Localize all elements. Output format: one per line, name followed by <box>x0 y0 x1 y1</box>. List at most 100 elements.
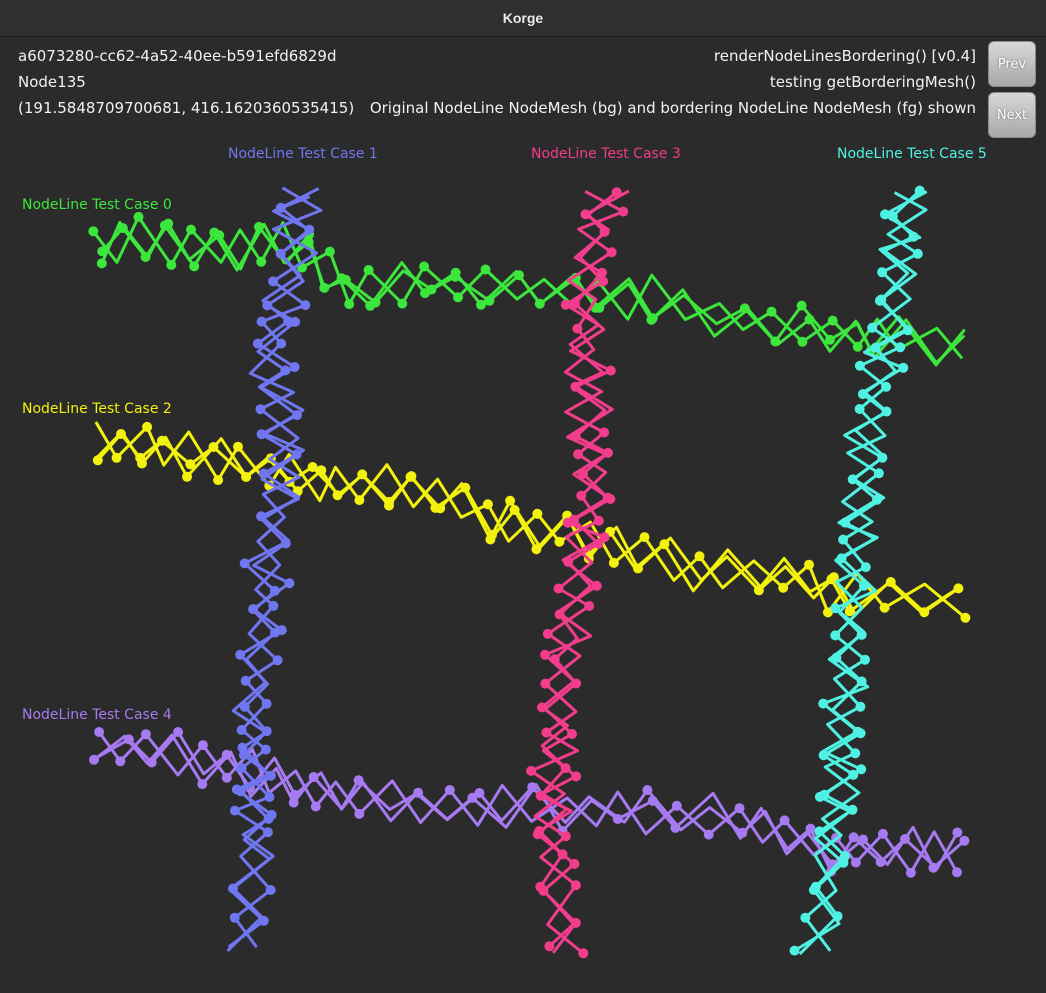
case3-node <box>578 468 588 479</box>
case5-node <box>881 381 892 392</box>
case3-node <box>557 849 568 860</box>
case1-node <box>264 792 275 802</box>
case2-node <box>233 441 243 452</box>
case1-node <box>239 558 250 569</box>
case1-node <box>270 627 280 638</box>
case0-node <box>766 306 777 317</box>
case4-node <box>197 740 208 751</box>
case0-node <box>133 211 144 222</box>
case4-node <box>527 782 538 793</box>
case5-label: NodeLine Test Case 5 <box>837 146 987 162</box>
case0-node <box>534 298 545 309</box>
case4-node <box>221 772 232 783</box>
case0-label: NodeLine Test Case 0 <box>22 197 172 213</box>
case0-node <box>159 220 170 231</box>
case2-node <box>384 496 395 507</box>
case2-node <box>307 462 318 472</box>
case0-node <box>189 261 200 272</box>
case3-node <box>544 941 555 952</box>
case0-node <box>852 341 863 352</box>
case0-node <box>319 282 330 293</box>
case0-node <box>796 300 807 311</box>
case2-node <box>694 551 705 562</box>
case0-node <box>453 292 463 303</box>
case0-node <box>804 314 815 325</box>
case4-node <box>474 788 485 798</box>
case1-node <box>229 805 240 816</box>
window-title: Korge <box>502 10 544 26</box>
case1-node <box>240 675 251 686</box>
case0-node <box>419 261 430 272</box>
prev-button[interactable]: Prev <box>988 41 1036 87</box>
case1-node <box>258 915 269 926</box>
case3-node <box>571 771 582 782</box>
case5-node <box>850 748 861 759</box>
case3-node <box>569 858 580 869</box>
case4-node <box>89 754 99 765</box>
case3-label: NodeLine Test Case 3 <box>531 146 681 162</box>
case5-node <box>854 404 865 414</box>
case0-node <box>827 315 838 326</box>
case2-node <box>182 471 192 482</box>
case5-node <box>856 629 867 640</box>
case3-node <box>605 365 616 376</box>
case1-node <box>256 511 267 522</box>
case3-node <box>618 206 629 217</box>
case5-node <box>860 562 871 573</box>
case4-node <box>779 815 790 826</box>
case0-node <box>96 258 107 269</box>
case5-node <box>789 945 800 956</box>
case3-node <box>599 532 610 543</box>
case1-node <box>300 300 311 311</box>
case0-node <box>256 256 267 267</box>
case3-node <box>602 492 613 503</box>
case2-node <box>92 455 103 466</box>
case1-node <box>268 276 279 287</box>
case0-node <box>426 284 437 295</box>
case2-node <box>960 612 971 623</box>
node-info-panel: a6073280-cc62-4a52-40ee-b591efd6829d Nod… <box>18 43 354 121</box>
case2-node <box>919 607 930 618</box>
case3-node <box>599 427 610 438</box>
case2-node <box>357 469 368 480</box>
node-name-text: Node135 <box>18 73 86 91</box>
case0-node <box>484 295 495 306</box>
case4-node <box>354 808 365 819</box>
case4-node <box>288 797 299 808</box>
case2-node <box>778 582 789 593</box>
case1-node <box>272 655 283 666</box>
case5-node <box>856 764 867 775</box>
version-text: renderNodeLinesBordering() [v0.4] <box>713 47 976 65</box>
case5-node <box>873 468 884 479</box>
case2-node <box>826 574 837 585</box>
case1-node <box>262 827 273 838</box>
case4-node <box>173 727 184 737</box>
case2-node <box>804 559 814 570</box>
case3-node <box>562 517 573 528</box>
case5-node <box>847 474 858 485</box>
case0-node <box>324 246 335 257</box>
case1-label: NodeLine Test Case 1 <box>228 146 378 162</box>
case5-node <box>880 209 890 220</box>
case2-node <box>844 606 855 617</box>
case3-node <box>541 727 552 738</box>
case0-node <box>397 298 408 309</box>
case1-node <box>283 316 294 327</box>
case4-node <box>671 800 682 811</box>
testing-text: testing getBorderingMesh() <box>769 73 976 91</box>
case4-node <box>642 785 653 795</box>
case1-node <box>235 649 246 660</box>
case1-node <box>269 585 280 596</box>
case3-node <box>570 431 581 442</box>
case3-node <box>578 948 589 959</box>
case4-node <box>94 727 105 737</box>
case2-node <box>953 583 964 594</box>
case0-node <box>186 224 196 235</box>
case5-node <box>808 885 819 895</box>
case4-node <box>310 801 321 812</box>
case2-node <box>885 577 896 587</box>
case2-node <box>879 602 890 613</box>
case0-node <box>450 271 461 282</box>
case1-node <box>261 698 272 709</box>
case2-node <box>608 557 619 568</box>
